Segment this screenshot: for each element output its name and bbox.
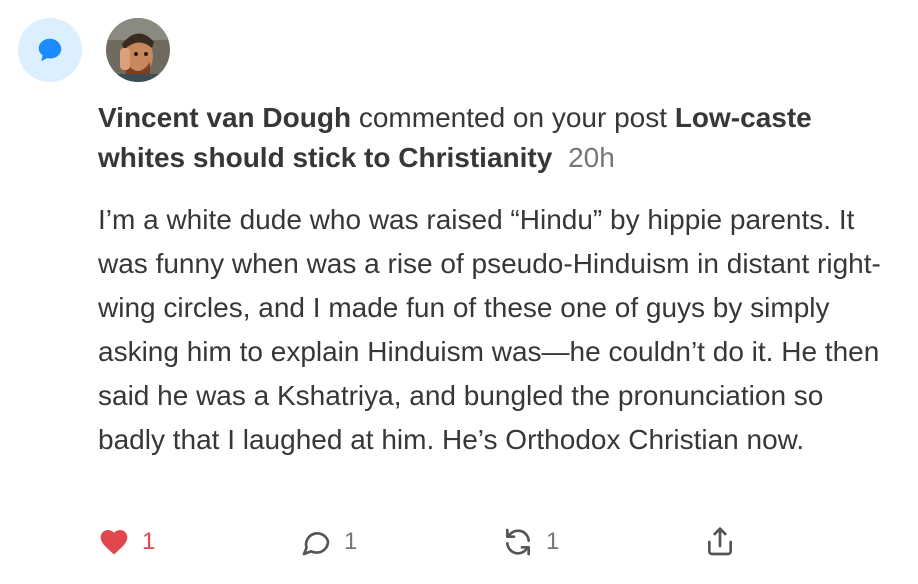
heart-icon	[100, 530, 128, 555]
speech-bubble-icon	[38, 38, 62, 62]
author-name[interactable]: Vincent van Dough	[98, 102, 351, 133]
like-count: 1	[142, 528, 156, 555]
restack-count: 1	[546, 528, 560, 555]
notification-content: Vincent van Dough commented on your post…	[98, 98, 898, 462]
avatar[interactable]	[106, 18, 170, 82]
notification-type-badge	[18, 18, 82, 82]
notification-headline: Vincent van Dough commented on your post…	[98, 98, 898, 178]
action-bar: 1 1 1	[98, 522, 818, 562]
timestamp: 20h	[568, 142, 615, 173]
restack-icon	[506, 528, 530, 556]
share-button[interactable]	[704, 522, 736, 562]
comment-count: 1	[344, 528, 358, 555]
restack-button[interactable]: 1	[502, 522, 559, 562]
comment-icon	[302, 532, 330, 556]
comment-text[interactable]: I’m a white dude who was raised “Hindu” …	[98, 198, 898, 462]
share-icon	[708, 527, 732, 556]
action-text: commented on your post	[358, 102, 668, 133]
comment-button[interactable]: 1	[300, 522, 357, 562]
like-button[interactable]: 1	[98, 522, 155, 562]
